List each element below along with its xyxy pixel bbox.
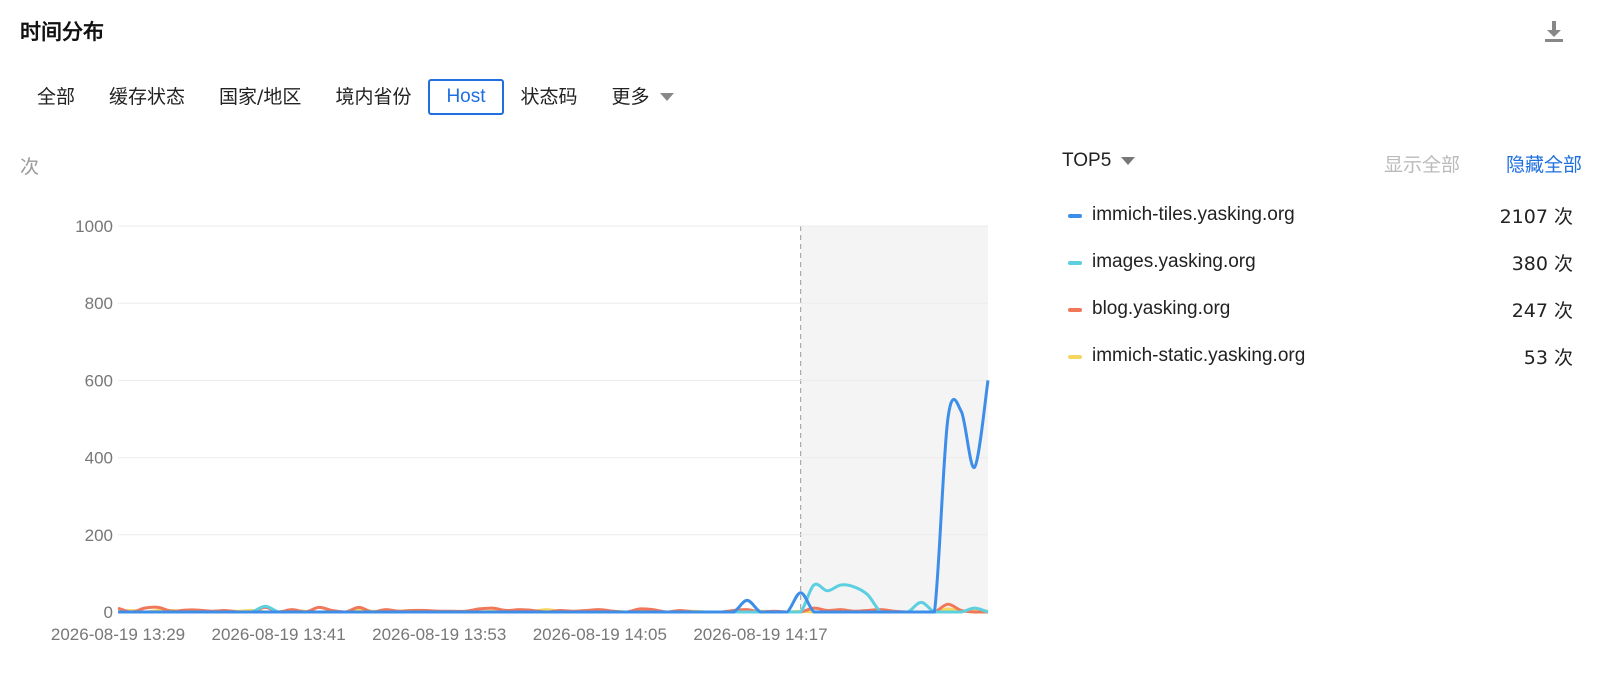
tab-label: 缓存状态 — [109, 86, 186, 108]
y-axis-unit: 次 — [20, 156, 40, 178]
download-icon — [1545, 21, 1563, 42]
legend-host-name: immich-static.yasking.org — [1092, 345, 1306, 366]
tab-label: Host — [446, 86, 486, 107]
legend-item[interactable]: immich-tiles.yasking.org 2107 次 — [1068, 203, 1573, 250]
legend-item[interactable]: images.yasking.org 380 次 — [1068, 250, 1573, 297]
shaded-region — [800, 226, 988, 612]
y-tick-label: 800 — [85, 294, 113, 313]
x-tick-label: 2026-08-19 13:29 — [51, 625, 185, 644]
legend-host-name: immich-tiles.yasking.org — [1092, 204, 1295, 225]
y-tick-label: 400 — [85, 449, 113, 468]
legend-host-name: images.yasking.org — [1092, 251, 1256, 272]
show-all-button[interactable]: 显示全部 — [1384, 150, 1460, 177]
tab-label: 国家/地区 — [219, 86, 302, 108]
tab-label: 更多 — [611, 86, 650, 108]
y-tick-label: 600 — [85, 371, 113, 390]
hide-all-button[interactable]: 隐藏全部 — [1506, 150, 1582, 177]
x-tick-label: 2026-08-19 13:53 — [372, 625, 506, 644]
y-tick-label: 0 — [104, 603, 113, 622]
x-tick-label: 2026-08-19 13:41 — [211, 625, 345, 644]
series-color-swatch — [1068, 261, 1082, 265]
legend-host-count: 2107 次 — [1499, 206, 1573, 228]
y-tick-label: 1000 — [75, 217, 113, 236]
legend-host-count: 247 次 — [1511, 300, 1573, 322]
tab-label: 境内省份 — [335, 86, 412, 108]
chevron-down-icon — [1121, 157, 1136, 165]
legend-host-count: 53 次 — [1523, 347, 1573, 369]
tab-host[interactable]: Host — [428, 79, 504, 115]
dimension-tabs: 全部 缓存状态 国家/地区 境内省份 Host 状态码 更多 — [20, 78, 691, 116]
time-distribution-chart[interactable]: 0 200 400 600 800 1000 2026-08-19 13:29 2026-08… — [0, 200, 1030, 680]
y-tick-label: 200 — [85, 526, 113, 545]
tab-more[interactable]: 更多 — [595, 79, 691, 115]
top-n-label: TOP5 — [1062, 150, 1112, 171]
series-color-swatch — [1068, 308, 1082, 312]
tab-label: 状态码 — [520, 86, 578, 108]
legend-list: immich-tiles.yasking.org 2107 次 images.y… — [1068, 203, 1573, 391]
tab-label: 全部 — [37, 86, 76, 108]
legend-item[interactable]: blog.yasking.org 247 次 — [1068, 297, 1573, 344]
chevron-down-icon — [659, 93, 674, 101]
top-n-selector[interactable]: TOP5 — [1062, 150, 1136, 172]
x-tick-label: 2026-08-19 14:05 — [533, 625, 667, 644]
legend-item[interactable]: immich-static.yasking.org 53 次 — [1068, 344, 1573, 391]
tab-status-code[interactable]: 状态码 — [504, 79, 595, 115]
tab-country-region[interactable]: 国家/地区 — [202, 79, 318, 115]
legend-host-name: blog.yasking.org — [1092, 298, 1231, 319]
download-button[interactable] — [1541, 18, 1567, 44]
tab-cache-status[interactable]: 缓存状态 — [92, 79, 202, 115]
legend-host-count: 380 次 — [1511, 253, 1573, 275]
series-color-swatch — [1068, 214, 1082, 218]
legend-header: TOP5 显示全部 隐藏全部 — [1062, 150, 1582, 178]
series-color-swatch — [1068, 355, 1082, 359]
page-title: 时间分布 — [20, 20, 104, 44]
tab-province[interactable]: 境内省份 — [318, 79, 428, 115]
tab-all[interactable]: 全部 — [20, 79, 92, 115]
x-tick-label: 2026-08-19 14:17 — [693, 625, 827, 644]
